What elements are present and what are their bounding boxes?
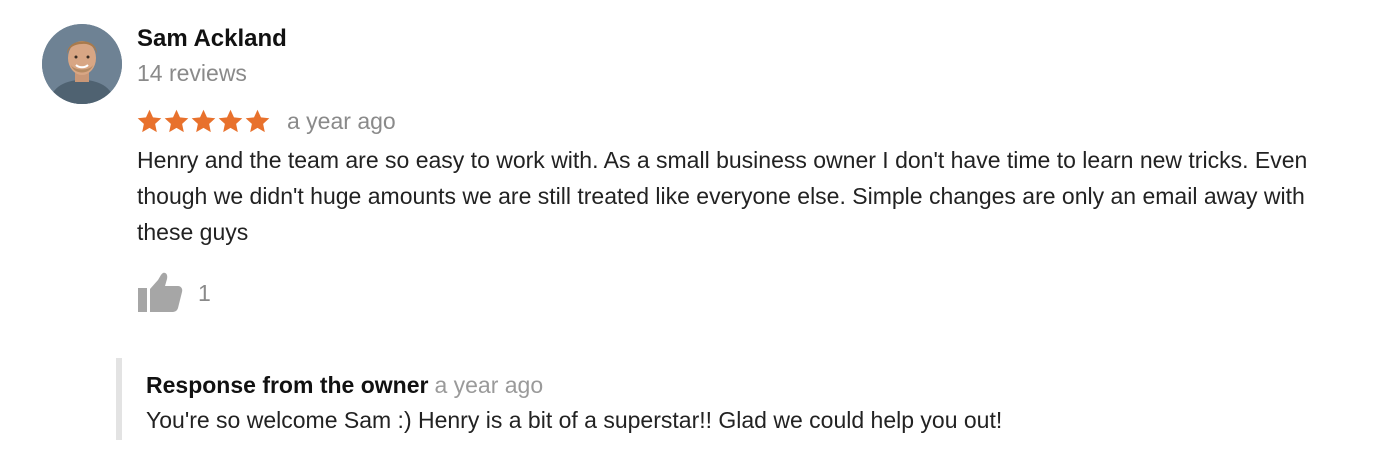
avatar[interactable] xyxy=(42,24,122,104)
author-name[interactable]: Sam Ackland xyxy=(137,25,287,53)
star-icon xyxy=(190,108,217,135)
review-text: Henry and the team are so easy to work w… xyxy=(137,147,1308,245)
star-icon xyxy=(163,108,190,135)
like-count: 1 xyxy=(198,280,211,306)
owner-response: Response from the owner a year ago You're… xyxy=(116,358,1322,440)
star-icon xyxy=(244,108,271,135)
review-count[interactable]: 14 reviews xyxy=(137,59,247,87)
review-card: Sam Ackland 14 reviews a year ago Henry … xyxy=(0,0,1378,466)
response-header: Response from the owner a year ago xyxy=(146,371,543,403)
response-title: Response from the owner xyxy=(146,372,429,398)
like-button[interactable]: 1 xyxy=(136,272,211,314)
response-date: a year ago xyxy=(434,372,544,398)
star-icon xyxy=(217,108,244,135)
review-date: a year ago xyxy=(287,108,396,134)
thumbs-up-icon[interactable] xyxy=(136,272,184,314)
response-text: You're so welcome Sam :) Henry is a bit … xyxy=(146,407,1003,433)
rating-row: a year ago xyxy=(136,104,396,138)
star-rating xyxy=(136,108,271,135)
star-icon xyxy=(136,108,163,135)
